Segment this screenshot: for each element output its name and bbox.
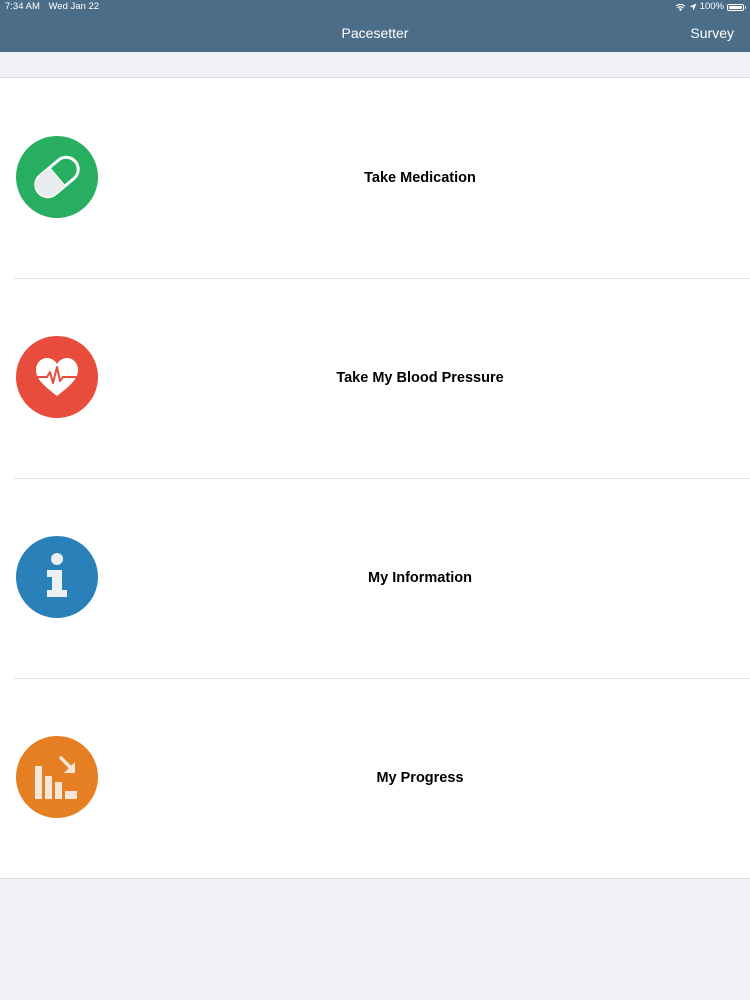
battery-icon	[727, 3, 746, 11]
menu-item-label: My Progress	[376, 770, 464, 786]
main-menu: Take Medication Take My Blood Pressure M…	[0, 77, 750, 879]
progress-chart-icon	[16, 736, 98, 818]
menu-item-take-blood-pressure[interactable]: Take My Blood Pressure	[0, 278, 750, 478]
info-icon	[16, 536, 98, 618]
heart-pulse-icon	[16, 336, 98, 418]
pill-icon	[16, 136, 98, 218]
page-title: Pacesetter	[341, 25, 409, 41]
status-time: 7:34 AM	[5, 1, 40, 12]
location-icon	[689, 3, 697, 11]
menu-item-my-progress[interactable]: My Progress	[0, 678, 750, 878]
status-bar: 7:34 AM Wed Jan 22 100%	[0, 0, 750, 14]
wifi-icon	[675, 3, 685, 11]
survey-button[interactable]: Survey	[690, 14, 734, 52]
status-date: Wed Jan 22	[48, 1, 100, 12]
navigation-bar: Pacesetter Survey	[0, 14, 750, 52]
menu-item-label: Take My Blood Pressure	[336, 370, 504, 386]
menu-item-label: My Information	[368, 570, 472, 586]
menu-item-take-medication[interactable]: Take Medication	[0, 78, 750, 278]
menu-item-my-information[interactable]: My Information	[0, 478, 750, 678]
menu-item-label: Take Medication	[364, 170, 476, 186]
battery-percent: 100%	[699, 1, 724, 12]
